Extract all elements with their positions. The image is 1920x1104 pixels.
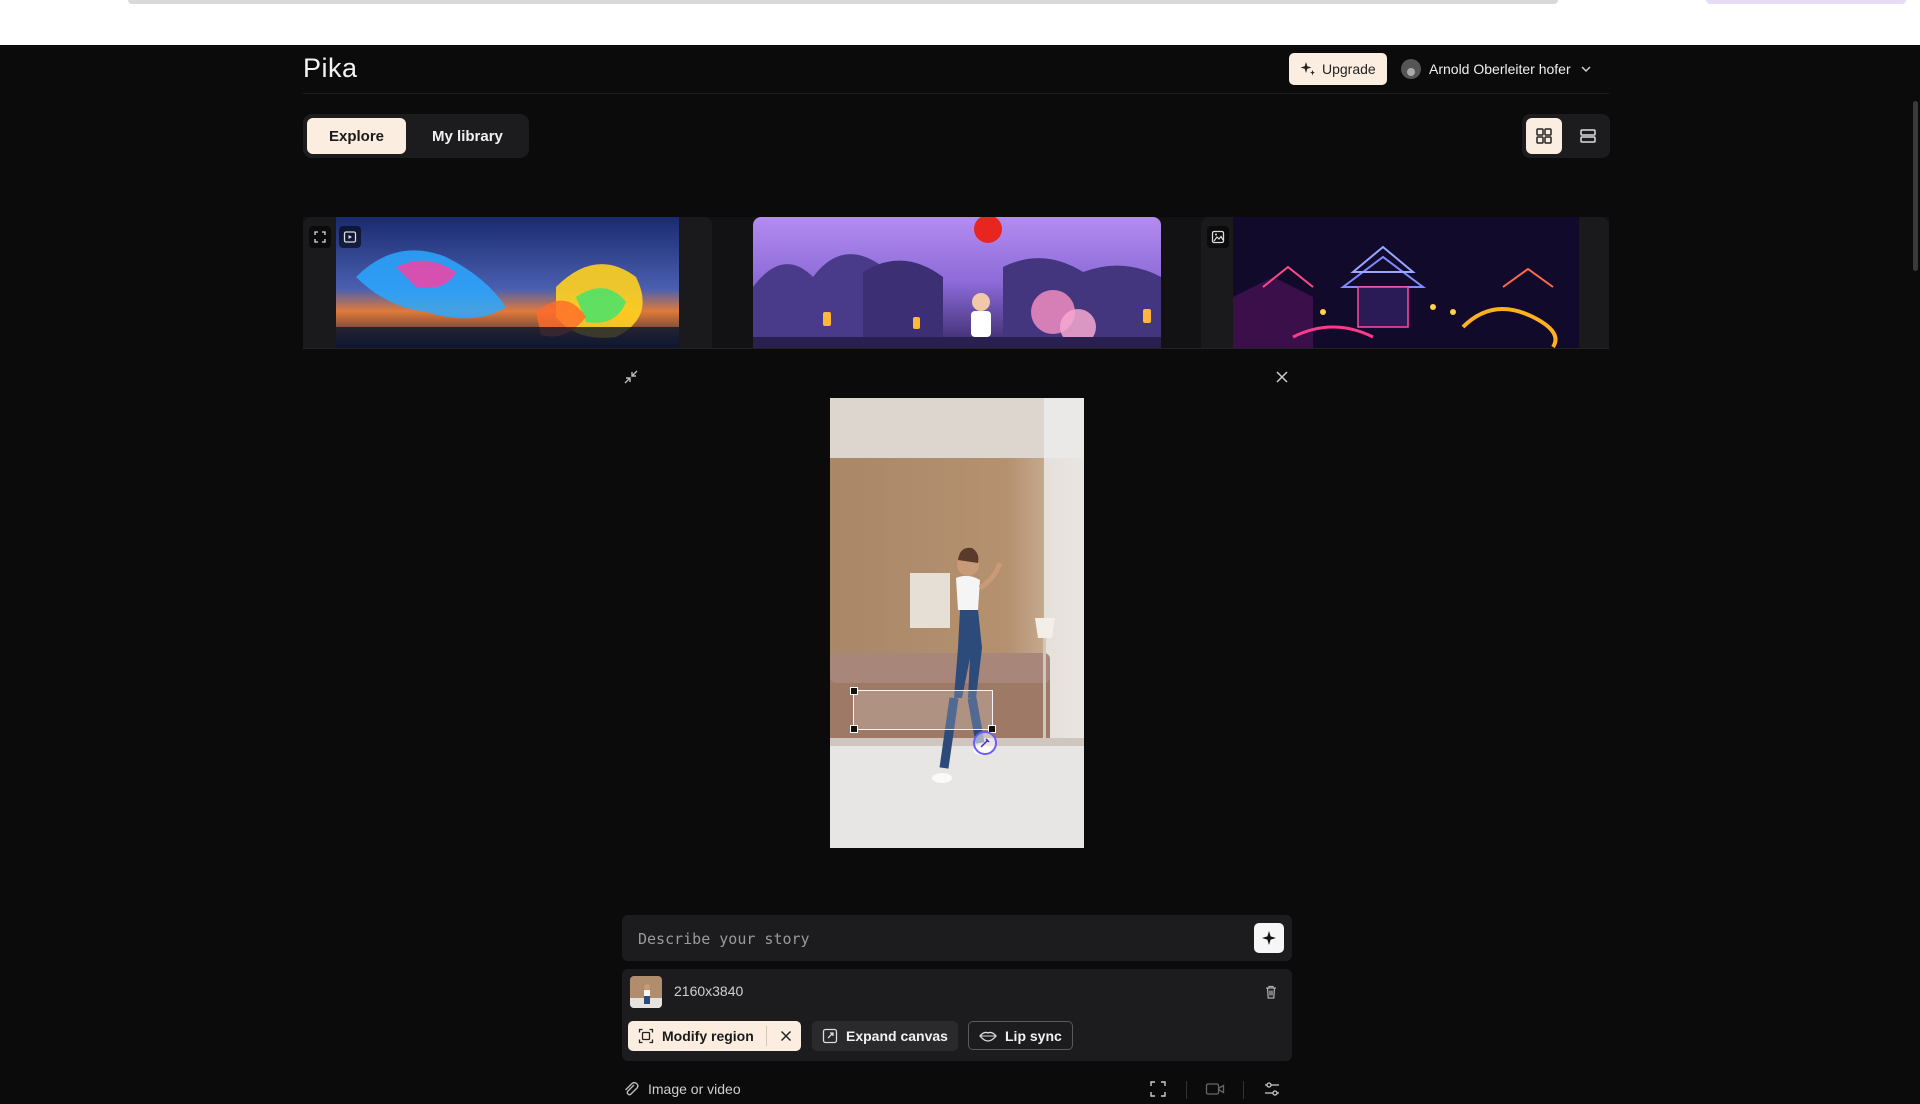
paperclip-icon (625, 1081, 639, 1096)
sparkle-icon (1262, 931, 1276, 945)
options-panel: 2160x3840 Modify region Expand canvas Li… (622, 969, 1292, 1061)
brush-cursor-icon[interactable] (973, 731, 997, 755)
asset-thumbnail[interactable] (630, 976, 662, 1008)
user-menu[interactable]: Arnold Oberleiter hofer (1401, 55, 1593, 83)
lip-sync-button[interactable]: Lip sync (968, 1021, 1073, 1050)
top-bar: Pika Upgrade Arnold Oberleiter hofer (303, 45, 1609, 94)
scrollbar[interactable] (1913, 101, 1918, 271)
tab-my-library[interactable]: My library (410, 118, 525, 154)
logo[interactable]: Pika (303, 53, 358, 84)
upgrade-button[interactable]: Upgrade (1289, 53, 1387, 85)
dragon-ocean-thumbnail (336, 217, 679, 348)
divider (1186, 1081, 1187, 1099)
app-root: Pika Upgrade Arnold Oberleiter hofer Exp… (0, 45, 1920, 1099)
view-toggle (1522, 114, 1610, 158)
modify-region-selection[interactable] (850, 687, 996, 733)
region-select-icon (638, 1028, 654, 1044)
close-icon[interactable] (1271, 366, 1293, 388)
gallery-row (303, 217, 1609, 349)
preview-image[interactable] (830, 398, 1084, 848)
divider (1243, 1081, 1244, 1099)
asset-resolution: 2160x3840 (674, 983, 744, 999)
camera-icon[interactable] (1204, 1078, 1226, 1100)
pagoda-city-thumbnail (1233, 217, 1579, 348)
sparkle-icon (1300, 62, 1315, 76)
aspect-ratio-icon[interactable] (1147, 1078, 1169, 1100)
resize-handle[interactable] (850, 725, 858, 733)
prompt-box (622, 915, 1292, 963)
gallery-card[interactable] (1201, 217, 1609, 348)
settings-sliders-icon[interactable] (1261, 1078, 1283, 1100)
browser-accent (1706, 0, 1906, 4)
list-view-button[interactable] (1570, 118, 1606, 154)
trash-icon[interactable] (1260, 981, 1282, 1003)
bottom-toolbar: Image or video (622, 1074, 1292, 1104)
browser-chrome (0, 0, 1920, 45)
divider (765, 1026, 767, 1046)
gallery-card[interactable] (303, 217, 712, 348)
expand-canvas-label: Expand canvas (846, 1028, 948, 1044)
avatar (1401, 59, 1421, 79)
prompt-input[interactable] (636, 915, 1240, 963)
upgrade-label: Upgrade (1322, 61, 1376, 77)
attach-label: Image or video (648, 1081, 741, 1097)
chevron-down-icon (1581, 66, 1591, 73)
collapse-icon[interactable] (620, 366, 642, 388)
image-icon[interactable] (1207, 226, 1229, 248)
grid-view-button[interactable] (1526, 118, 1562, 154)
user-name: Arnold Oberleiter hofer (1429, 61, 1571, 77)
video-icon[interactable] (339, 226, 361, 248)
resize-handle[interactable] (850, 687, 858, 695)
lantern-scene-thumbnail (753, 217, 1161, 348)
expand-icon[interactable] (309, 226, 331, 248)
tab-explore[interactable]: Explore (307, 118, 407, 154)
expand-canvas-button[interactable]: Expand canvas (812, 1021, 958, 1051)
address-bar[interactable] (128, 0, 1558, 4)
gallery-card[interactable] (753, 217, 1161, 348)
attach-media-button[interactable]: Image or video (622, 1074, 741, 1104)
grid-icon (1536, 128, 1552, 144)
lips-icon (979, 1031, 997, 1042)
lip-sync-label: Lip sync (1005, 1027, 1062, 1044)
modify-region-button[interactable]: Modify region (628, 1021, 801, 1051)
library-tabs: Explore My library (303, 114, 529, 158)
list-icon (1580, 129, 1596, 143)
expand-canvas-icon (822, 1028, 838, 1044)
modify-region-label: Modify region (662, 1028, 754, 1044)
generate-button[interactable] (1254, 923, 1284, 953)
close-icon[interactable] (779, 1029, 793, 1043)
